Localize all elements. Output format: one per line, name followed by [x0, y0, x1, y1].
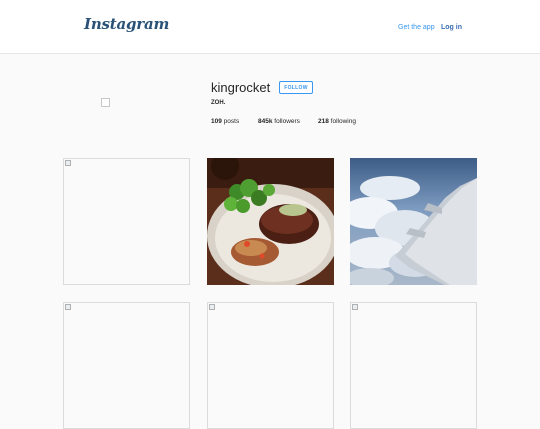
following-count: 218	[318, 118, 329, 125]
post-tile[interactable]	[63, 158, 190, 285]
profile-username: kingrocket	[211, 80, 271, 95]
post-tile[interactable]	[350, 158, 477, 285]
top-navigation-bar: Instagram Get the app Log in	[0, 0, 540, 54]
post-tile[interactable]	[63, 302, 190, 429]
followers-count: 845k	[258, 118, 273, 125]
following-label: following	[330, 118, 356, 125]
profile-avatar[interactable]	[101, 98, 110, 107]
profile-full-name: ZOH.	[211, 100, 226, 106]
followers-stat[interactable]: 845k followers	[258, 118, 300, 125]
follow-button[interactable]: FOLLOW	[279, 81, 313, 94]
following-stat[interactable]: 218 following	[318, 118, 356, 125]
posts-count: 109	[211, 118, 222, 125]
post-tile[interactable]	[350, 302, 477, 429]
airplane-wing-photo	[350, 158, 477, 285]
broken-image-icon	[209, 304, 215, 310]
instagram-logo[interactable]: Instagram	[84, 15, 169, 33]
followers-label: followers	[274, 118, 300, 125]
post-tile[interactable]	[207, 302, 334, 429]
broken-image-icon	[65, 304, 71, 310]
log-in-link[interactable]: Log in	[441, 24, 462, 31]
steak-photo	[207, 158, 334, 285]
broken-image-icon	[352, 304, 358, 310]
get-the-app-link[interactable]: Get the app	[398, 24, 435, 31]
broken-image-icon	[65, 160, 71, 166]
post-tile[interactable]	[207, 158, 334, 285]
posts-stat: 109 posts	[211, 118, 239, 125]
posts-label: posts	[223, 118, 240, 125]
